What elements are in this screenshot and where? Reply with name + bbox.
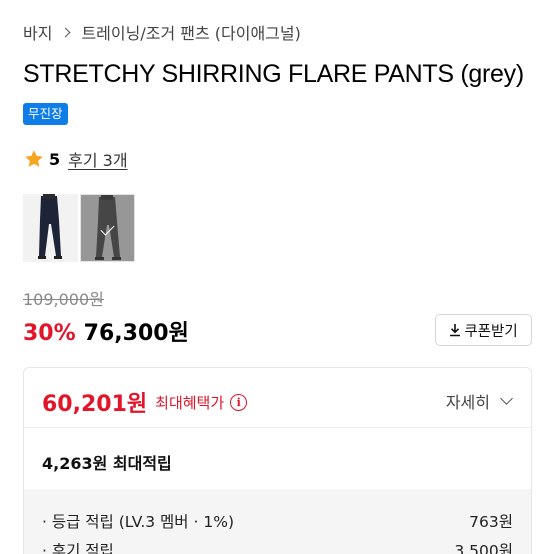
grey-pants-thumbnail[interactable] [80, 194, 135, 262]
breadcrumb-category[interactable]: 바지 [23, 20, 52, 44]
navy-pants-thumbnail[interactable] [23, 194, 78, 262]
product-title: STRETCHY SHIRRING FLARE PANTS (grey) [23, 60, 524, 88]
points-row-value: 763원 [469, 513, 513, 531]
detail-toggle-button[interactable]: 자세히 [445, 389, 513, 413]
download-icon [450, 324, 461, 337]
info-icon[interactable]: i [230, 393, 248, 411]
reviews-link[interactable]: 후기 3개 [68, 147, 127, 171]
coupon-download-button[interactable]: 쿠폰받기 [435, 314, 532, 346]
thumbnail-list [23, 194, 137, 262]
divider [24, 427, 531, 428]
sale-price-row: 30% 76,300원 [23, 315, 189, 347]
original-price: 109,000원 [23, 290, 104, 309]
chevron-right-icon [61, 27, 71, 37]
benefit-panel: 60,201원 최대혜택가 i 자세히 4,263원 최대적립 · 등급 적립 … [23, 367, 532, 554]
max-benefit-label: 최대혜택가 [155, 393, 225, 412]
points-detail-row: · 후기 적립 3,500원 [42, 539, 513, 554]
points-row-label: · 후기 적립 [42, 542, 114, 554]
product-badge: 무진장 [23, 103, 68, 125]
points-detail-row: · 등급 적립 (LV.3 멤버 · 1%) 763원 [42, 510, 513, 532]
coupon-button-label: 쿠폰받기 [464, 323, 518, 340]
detail-toggle-label: 자세히 [445, 393, 490, 412]
sale-price: 76,300원 [83, 321, 189, 346]
points-row-value: 3,500원 [454, 542, 513, 554]
breadcrumb-subcategory[interactable]: 트레이닝/조거 팬츠 (다이애그널) [81, 20, 300, 44]
max-benefit-header: 60,201원 최대혜택가 i [42, 386, 248, 418]
discount-rate: 30% [23, 321, 76, 346]
breadcrumb: 바지 트레이닝/조거 팬츠 (다이애그널) [23, 20, 301, 44]
points-row-label: · 등급 적립 (LV.3 멤버 · 1%) [42, 513, 234, 531]
star-icon [25, 150, 43, 167]
rating-score: 5 [49, 149, 61, 169]
max-benefit-price: 60,201원 [42, 392, 148, 417]
chevron-down-icon [500, 392, 513, 405]
rating-summary: 5 후기 3개 [23, 147, 128, 171]
navy-pants-image [38, 194, 62, 259]
max-points: 4,263원 최대적립 [42, 454, 172, 473]
